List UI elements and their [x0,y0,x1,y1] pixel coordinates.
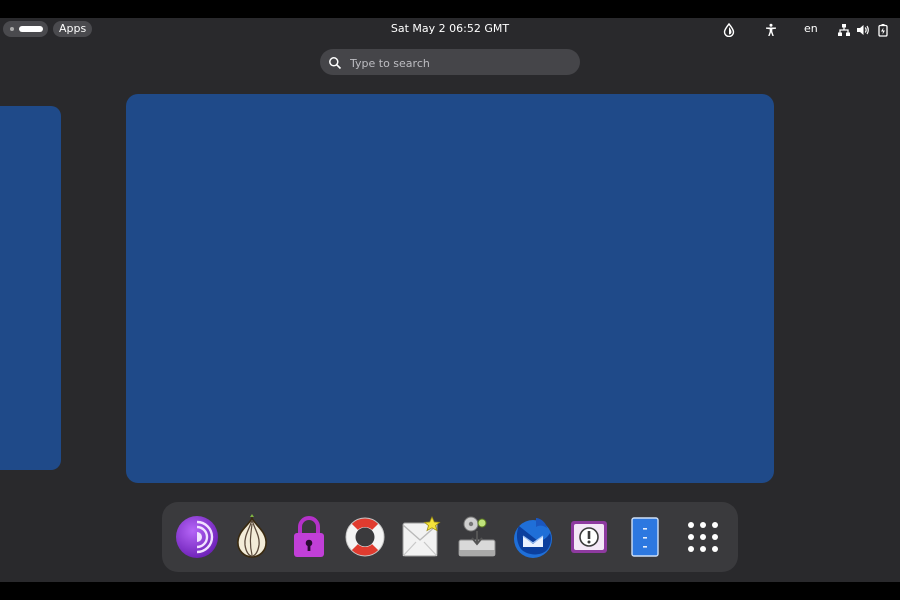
volume-icon[interactable] [856,22,870,36]
workspace-thumbnail-current[interactable] [126,94,774,483]
search-input[interactable] [348,49,572,77]
inactive-workspace-dot [10,27,14,31]
thunderbird-icon[interactable] [510,514,556,560]
accessibility-icon[interactable] [764,22,778,36]
unsafe-mail-icon[interactable] [398,514,444,560]
usb-installer-icon[interactable] [454,514,500,560]
search-icon [328,55,342,70]
active-workspace-bar [19,26,43,32]
file-cabinet-icon[interactable] [622,514,668,560]
network-icon[interactable] [837,22,851,36]
dock [162,502,738,572]
help-lifebuoy-icon[interactable] [342,514,388,560]
clock[interactable]: Sat May 2 06:52 GMT [391,22,509,35]
overview-screen: Apps Sat May 2 06:52 GMT en [0,18,900,582]
battery-icon[interactable] [876,22,890,37]
onion-circuits-icon[interactable] [229,514,275,560]
language-indicator[interactable]: en [804,21,818,37]
top-bar: Apps Sat May 2 06:52 GMT en [0,18,900,40]
password-lock-icon[interactable] [286,514,332,560]
tor-browser-icon[interactable] [174,514,220,560]
show-apps-grid-icon[interactable] [680,514,726,560]
privacy-icon[interactable] [722,22,736,38]
keepassxc-icon[interactable] [566,514,612,560]
workspace-thumbnail-previous[interactable] [0,106,61,470]
search-bar[interactable] [320,49,580,77]
apps-button[interactable]: Apps [53,21,93,37]
workspace-indicator[interactable] [3,21,48,37]
